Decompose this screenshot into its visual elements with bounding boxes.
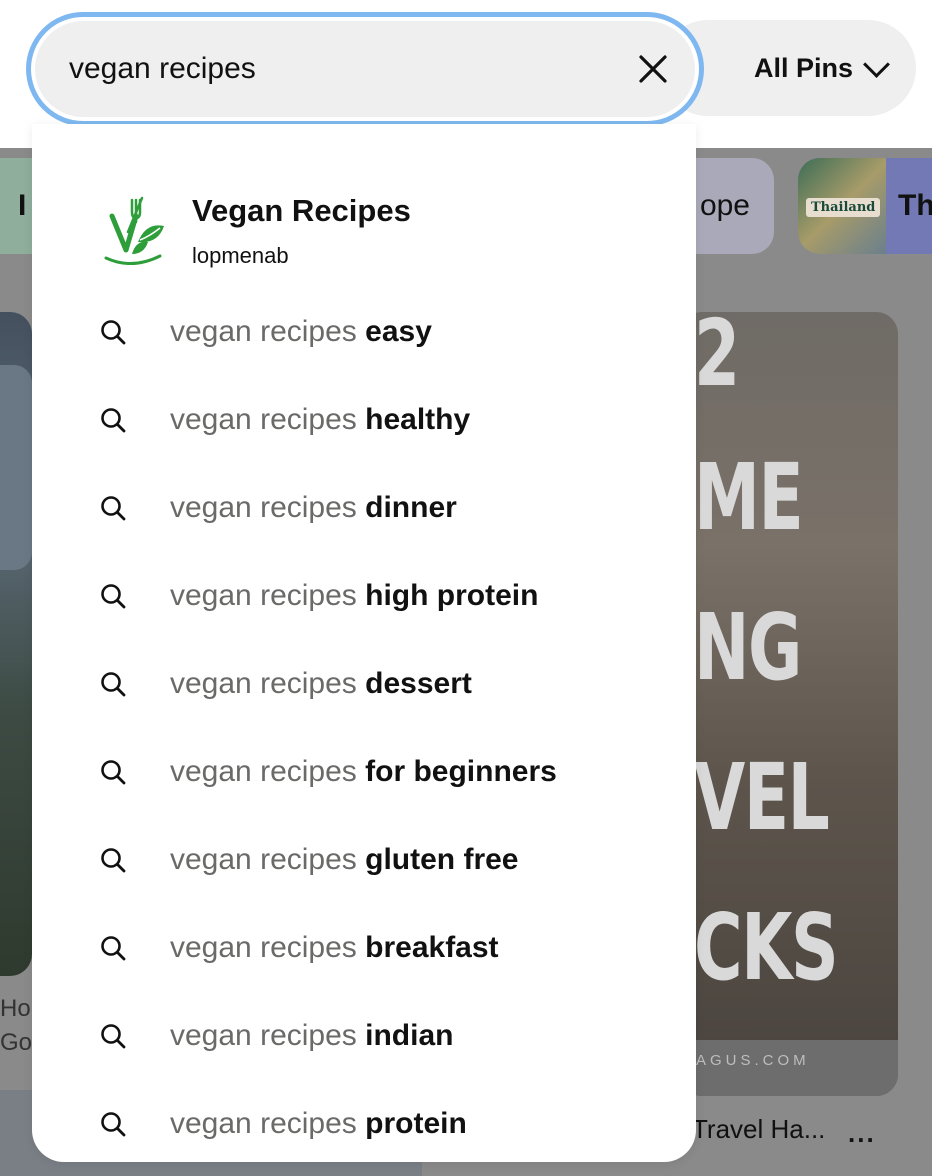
suggestion-text: vegan recipes indian: [170, 1019, 453, 1053]
suggestion-item[interactable]: vegan recipes dinner: [96, 478, 676, 538]
category-chip-thumbnail: Thailand: [798, 158, 886, 254]
board-result[interactable]: Vegan Recipes lopmenab: [102, 192, 662, 282]
suggestion-item[interactable]: vegan recipes dessert: [96, 654, 676, 714]
chevron-down-icon: [863, 50, 890, 78]
suggestion-base: vegan recipes: [170, 843, 357, 876]
pin-right-caption[interactable]: Travel Ha...: [692, 1114, 825, 1145]
board-title: Vegan Recipes: [192, 193, 411, 228]
suggestion-base: vegan recipes: [170, 1019, 357, 1052]
search-input[interactable]: vegan recipes: [69, 52, 256, 86]
suggestion-completion: dinner: [365, 491, 457, 524]
page: I ope Thailand Th Ho Go 2 ME NG VEL CKS …: [0, 0, 932, 1176]
category-chip-right[interactable]: Thailand Th: [798, 158, 932, 254]
suggestion-item[interactable]: vegan recipes easy: [96, 302, 676, 362]
search-input-container[interactable]: vegan recipes: [35, 21, 695, 117]
suggestion-base: vegan recipes: [170, 403, 357, 436]
suggestion-text: vegan recipes breakfast: [170, 931, 499, 965]
suggestion-text: vegan recipes high protein: [170, 579, 538, 613]
suggestion-item[interactable]: vegan recipes healthy: [96, 390, 676, 450]
pin-card-left-caption: Ho Go: [0, 992, 32, 1059]
pin-card-left-overlay: [0, 365, 32, 570]
suggestion-item[interactable]: vegan recipes protein: [96, 1094, 676, 1154]
suggestion-base: vegan recipes: [170, 667, 357, 700]
pin-right-line-2: ME: [694, 444, 804, 551]
suggestion-text: vegan recipes dinner: [170, 491, 457, 525]
pin-right-line-1: 2: [694, 312, 740, 407]
suggestion-completion: high protein: [365, 579, 539, 612]
category-chip-left-label: I: [18, 189, 27, 222]
suggestion-base: vegan recipes: [170, 1107, 357, 1140]
pin-right-line-4: VEL: [694, 744, 830, 851]
suggestion-text: vegan recipes easy: [170, 315, 432, 349]
thumbnail-tag: Thailand: [806, 198, 881, 217]
board-owner: lopmenab: [192, 243, 289, 269]
search-icon: [101, 848, 126, 873]
search-icon: [101, 1112, 126, 1137]
search-icon: [101, 496, 126, 521]
suggestion-text: vegan recipes for beginners: [170, 755, 557, 789]
suggestion-completion: healthy: [365, 403, 471, 436]
search-bar[interactable]: vegan recipes: [26, 12, 704, 126]
suggestion-completion: gluten free: [365, 843, 519, 876]
suggestion-base: vegan recipes: [170, 931, 357, 964]
pin-left-caption-line2: Go: [0, 1028, 33, 1056]
suggestion-item[interactable]: vegan recipes high protein: [96, 566, 676, 626]
search-icon: [101, 320, 126, 345]
suggestion-text: vegan recipes gluten free: [170, 843, 519, 877]
pin-right-line-3: NG: [694, 594, 802, 701]
pin-right-line-5: CKS: [694, 894, 839, 1001]
suggestion-item[interactable]: vegan recipes breakfast: [96, 918, 676, 978]
search-icon: [101, 584, 126, 609]
search-icon: [101, 760, 126, 785]
suggestion-text: vegan recipes dessert: [170, 667, 472, 701]
suggestion-completion: dessert: [365, 667, 472, 700]
suggestion-completion: breakfast: [365, 931, 499, 964]
search-icon: [101, 1024, 126, 1049]
search-icon: [101, 408, 126, 433]
suggestion-item[interactable]: vegan recipes indian: [96, 1006, 676, 1066]
suggestion-item[interactable]: vegan recipes gluten free: [96, 830, 676, 890]
suggestion-base: vegan recipes: [170, 315, 357, 348]
suggestion-text: vegan recipes protein: [170, 1107, 467, 1141]
suggestion-base: vegan recipes: [170, 491, 357, 524]
category-chip-right-label: Th: [898, 189, 932, 222]
search-suggestions-dropdown: Vegan Recipes lopmenab vegan recipes eas…: [32, 124, 696, 1162]
suggestion-text: vegan recipes healthy: [170, 403, 470, 437]
pin-filter-label: All Pins: [753, 52, 853, 83]
close-icon[interactable]: [635, 51, 671, 87]
suggestion-completion: for beginners: [365, 755, 557, 788]
vegan-logo-icon: [104, 196, 164, 265]
pin-card-right[interactable]: 2 ME NG VEL CKS AGUS.COM: [680, 312, 898, 1096]
pin-right-site: AGUS.COM: [696, 1052, 810, 1069]
more-options-icon[interactable]: ...: [848, 1118, 876, 1149]
category-chip-middle-label: ope: [699, 189, 750, 222]
suggestion-completion: protein: [365, 1107, 467, 1140]
suggestion-base: vegan recipes: [170, 755, 357, 788]
suggestion-item[interactable]: vegan recipes for beginners: [96, 742, 676, 802]
suggestion-completion: easy: [365, 315, 432, 348]
pin-left-caption-line1: Ho: [0, 995, 31, 1022]
search-icon: [101, 672, 126, 697]
suggestion-completion: indian: [365, 1019, 454, 1052]
search-icon: [101, 936, 126, 961]
board-result-text: Vegan Recipes lopmenab: [192, 192, 411, 269]
suggestion-base: vegan recipes: [170, 579, 357, 612]
